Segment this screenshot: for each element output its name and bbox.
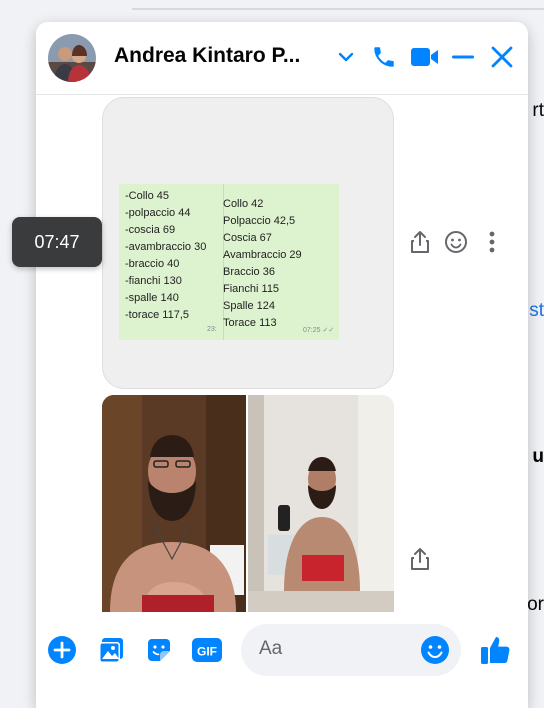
measurements-image: -Collo 45 -polpaccio 44 -coscia 69 -avam… — [119, 184, 339, 340]
video-camera-icon[interactable] — [408, 40, 442, 74]
measurements-before-list: -Collo 45 -polpaccio 44 -coscia 69 -avam… — [125, 190, 207, 321]
more-options-icon[interactable] — [478, 228, 506, 256]
chevron-down-icon[interactable] — [329, 40, 363, 74]
message-list: -Collo 45 -polpaccio 44 -coscia 69 -avam… — [36, 95, 528, 612]
chat-window: Andrea Kintaro P... -Collo 45 -polpaccio… — [36, 22, 528, 708]
share-icon[interactable] — [406, 545, 434, 573]
svg-text:GIF: GIF — [197, 645, 217, 659]
like-thumbs-up-icon[interactable] — [478, 632, 514, 668]
composer-bar: GIF Aa — [36, 612, 528, 708]
share-icon[interactable] — [406, 228, 434, 256]
emoji-icon[interactable] — [420, 635, 450, 665]
background-text-fragment: rt — [532, 100, 544, 121]
chat-header: Andrea Kintaro P... — [36, 22, 528, 95]
emoji-reaction-icon[interactable] — [442, 228, 470, 256]
background-divider — [132, 8, 544, 10]
photo-before[interactable] — [102, 395, 246, 612]
add-icon[interactable] — [46, 634, 78, 666]
message-input-placeholder: Aa — [259, 638, 283, 659]
image-message-measurements[interactable]: -Collo 45 -polpaccio 44 -coscia 69 -avam… — [102, 97, 394, 389]
note-timestamp: 07:25 ✓✓ — [303, 327, 335, 334]
message-input[interactable]: Aa — [241, 624, 461, 676]
close-icon[interactable] — [485, 40, 519, 74]
minimize-icon[interactable] — [446, 40, 480, 74]
gif-icon[interactable]: GIF — [191, 634, 223, 666]
background-link-fragment: st — [529, 300, 544, 321]
avatar[interactable] — [48, 34, 96, 82]
phone-icon[interactable] — [367, 40, 401, 74]
background-text-fragment: u — [532, 446, 544, 467]
background-text-fragment: or — [527, 594, 544, 615]
note-timestamp: 23: — [207, 326, 217, 333]
timestamp-tooltip: 07:47 — [12, 217, 102, 267]
contact-name[interactable]: Andrea Kintaro P... — [114, 44, 300, 68]
photo-icon[interactable] — [95, 634, 127, 666]
photo-after[interactable] — [248, 395, 394, 612]
sticker-icon[interactable] — [143, 634, 175, 666]
measurements-after-list: Collo 42 Polpaccio 42,5 Coscia 67 Avambr… — [223, 198, 302, 329]
